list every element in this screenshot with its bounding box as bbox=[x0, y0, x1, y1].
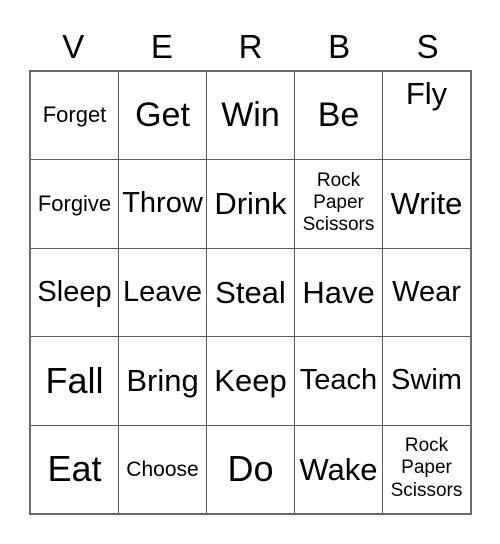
bingo-cell-label: Bring bbox=[126, 363, 199, 399]
bingo-cell[interactable]: Swim bbox=[383, 337, 470, 425]
bingo-cell-label: Wear bbox=[392, 275, 461, 308]
bingo-cell[interactable]: Sleep bbox=[31, 248, 119, 337]
bingo-cell[interactable]: Steal bbox=[207, 248, 295, 337]
bingo-grid: Forget Get Win Be Fly Forgive Throw Drin… bbox=[29, 70, 472, 515]
bingo-cell-label: Throw bbox=[122, 187, 203, 220]
bingo-cell-label: Drink bbox=[214, 186, 287, 222]
bingo-cell[interactable]: Write bbox=[383, 160, 470, 248]
bingo-cell-label: Teach bbox=[299, 364, 378, 397]
bingo-cell[interactable]: Rock Paper Scissors bbox=[383, 425, 470, 514]
bingo-cell[interactable]: Wake bbox=[295, 425, 383, 514]
bingo-row: Fall Bring Keep Teach Swim bbox=[31, 337, 470, 426]
bingo-cell-label: Fly bbox=[405, 76, 448, 111]
bingo-cell-label: Fall bbox=[45, 359, 104, 401]
bingo-row: Forget Get Win Be Fly bbox=[31, 72, 470, 161]
bingo-cell-label: Forgive bbox=[37, 190, 112, 216]
bingo-cell-label: Eat bbox=[47, 447, 102, 489]
bingo-header-row: V E R B S bbox=[29, 22, 472, 70]
bingo-cell[interactable]: Eat bbox=[31, 425, 119, 514]
bingo-cell[interactable]: Forget bbox=[31, 72, 119, 160]
bingo-card: V E R B S Forget Get Win Be Fly Forgive … bbox=[29, 22, 472, 515]
bingo-cell[interactable]: Rock Paper Scissors bbox=[295, 160, 383, 248]
header-letter-4: S bbox=[416, 27, 439, 65]
bingo-cell-label: Choose bbox=[126, 457, 199, 481]
bingo-cell[interactable]: Teach bbox=[295, 337, 383, 425]
bingo-cell[interactable]: Be bbox=[295, 72, 383, 160]
bingo-cell[interactable]: Throw bbox=[119, 160, 207, 248]
bingo-cell[interactable]: Do bbox=[207, 425, 295, 514]
bingo-cell-label: Get bbox=[135, 96, 190, 135]
bingo-cell[interactable]: Forgive bbox=[31, 160, 119, 248]
header-letter-0: V bbox=[62, 27, 85, 65]
bingo-cell[interactable]: Get bbox=[119, 72, 207, 160]
bingo-cell[interactable]: Fly bbox=[383, 72, 470, 160]
bingo-cell-label: Be bbox=[317, 96, 360, 135]
bingo-cell[interactable]: Fall bbox=[31, 337, 119, 425]
bingo-cell[interactable]: Keep bbox=[207, 337, 295, 425]
header-letter-2: R bbox=[238, 27, 263, 65]
bingo-cell-label: Rock Paper Scissors bbox=[390, 434, 463, 501]
bingo-cell[interactable]: Have bbox=[295, 248, 383, 337]
bingo-cell[interactable]: Drink bbox=[207, 160, 295, 248]
bingo-cell-label: Do bbox=[227, 447, 274, 489]
bingo-cell-label: Swim bbox=[391, 364, 462, 397]
bingo-cell[interactable]: Wear bbox=[383, 248, 470, 337]
bingo-cell[interactable]: Bring bbox=[119, 337, 207, 425]
bingo-cell-label: Leave bbox=[122, 275, 202, 308]
bingo-cell-label: Have bbox=[302, 274, 375, 310]
bingo-cell-label: Wake bbox=[299, 451, 378, 487]
bingo-cell-label: Forget bbox=[42, 102, 107, 128]
bingo-row: Eat Choose Do Wake Rock Paper Scissors bbox=[31, 425, 470, 514]
bingo-cell-label: Keep bbox=[214, 363, 287, 399]
bingo-cell-label: Rock Paper Scissors bbox=[302, 169, 375, 236]
bingo-cell-label: Win bbox=[221, 96, 280, 135]
bingo-cell[interactable]: Win bbox=[207, 72, 295, 160]
bingo-cell[interactable]: Leave bbox=[119, 248, 207, 337]
bingo-cell-label: Write bbox=[390, 186, 463, 222]
bingo-row: Sleep Leave Steal Have Wear bbox=[31, 248, 470, 338]
bingo-cell-label: Sleep bbox=[37, 275, 112, 308]
header-letter-1: E bbox=[150, 27, 173, 65]
bingo-cell[interactable]: Choose bbox=[119, 425, 207, 514]
header-letter-3: B bbox=[328, 27, 351, 65]
bingo-cell-label: Steal bbox=[215, 274, 286, 310]
bingo-row: Forgive Throw Drink Rock Paper Scissors … bbox=[31, 160, 470, 249]
